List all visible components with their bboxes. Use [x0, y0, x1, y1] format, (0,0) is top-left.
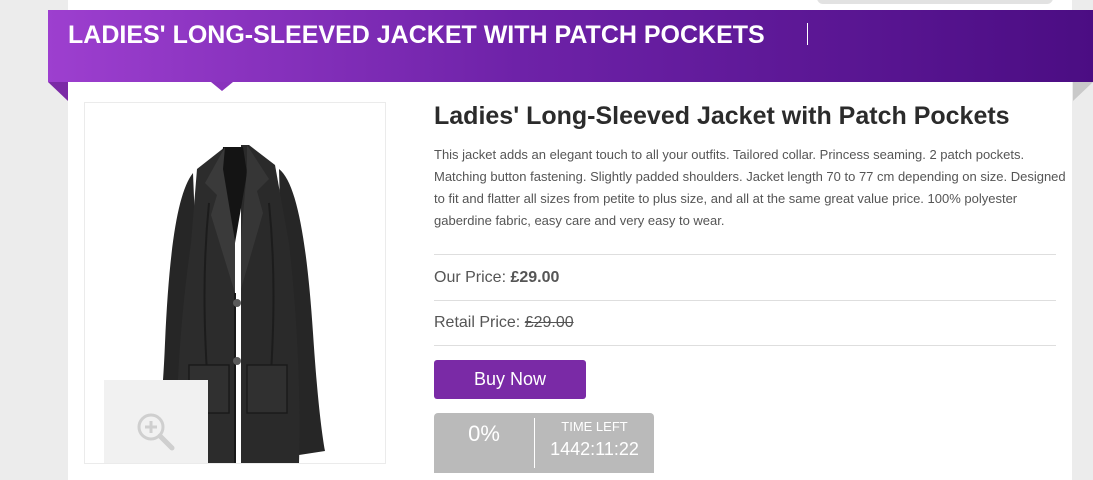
- buy-now-button[interactable]: Buy Now: [434, 360, 586, 399]
- product-image-frame: [84, 102, 386, 464]
- time-left-label: TIME LEFT: [561, 419, 628, 434]
- title-separator: [807, 23, 808, 45]
- discount-percent: 0%: [468, 421, 500, 446]
- our-price-value: £29.00: [510, 269, 560, 286]
- zoom-in-icon: [137, 413, 175, 451]
- retail-price-label: Retail Price:: [434, 314, 521, 331]
- top-search-shadow: [817, 0, 1053, 4]
- divider: [434, 254, 1056, 255]
- divider: [434, 345, 1056, 346]
- zoom-button[interactable]: [104, 380, 208, 463]
- time-left-value: 1442:11:22: [550, 439, 639, 459]
- retail-price-row: Retail Price: £29.00: [434, 313, 574, 333]
- product-description: This jacket adds an elegant touch to all…: [434, 147, 1066, 228]
- banner-notch: [211, 82, 233, 91]
- retail-price-value: £29.00: [524, 314, 574, 331]
- banner-fold-left: [48, 82, 68, 101]
- page-title: LADIES' LONG-SLEEVED JACKET WITH PATCH P…: [68, 21, 765, 49]
- our-price-label: Our Price:: [434, 269, 507, 286]
- product-title: Ladies' Long-Sleeved Jacket with Patch P…: [434, 102, 1010, 130]
- our-price-row: Our Price: £29.00: [434, 268, 559, 288]
- page-title-banner: LADIES' LONG-SLEEVED JACKET WITH PATCH P…: [48, 10, 1093, 82]
- banner-fold-right: [1073, 82, 1093, 101]
- deal-box: 0% TIME LEFT 1442:11:22: [434, 413, 654, 473]
- divider: [434, 300, 1056, 301]
